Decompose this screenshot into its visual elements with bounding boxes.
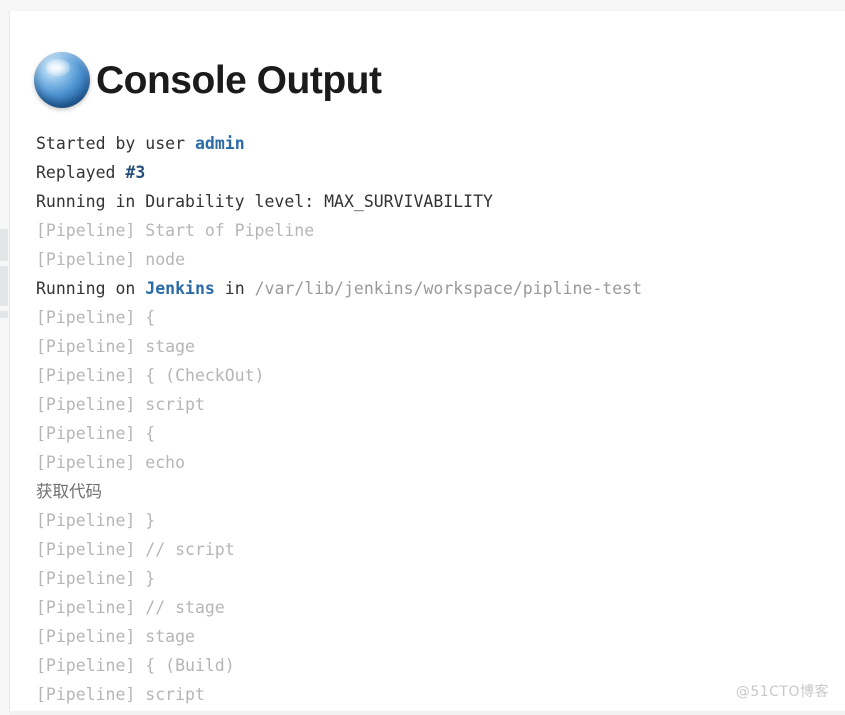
console-output-page: Console Output Started by user admin Repl… <box>0 0 845 715</box>
console-line: [Pipeline] { <box>36 419 845 448</box>
console-text-segment: [Pipeline] script <box>36 395 205 414</box>
left-scroll-gutter[interactable] <box>0 11 8 715</box>
console-text-segment: Running in Durability level: MAX_SURVIVA… <box>36 192 493 211</box>
console-line: [Pipeline] stage <box>36 622 845 651</box>
console-line: Started by user admin <box>36 129 845 158</box>
console-line: [Pipeline] { (Build) <box>36 651 845 680</box>
console-text-segment: Running on <box>36 279 146 298</box>
console-line: 获取代码 <box>36 477 845 506</box>
gutter-mark <box>0 311 8 318</box>
console-line: [Pipeline] script <box>36 390 845 419</box>
console-text-segment: #3 <box>125 163 146 182</box>
console-text-segment: Replayed <box>36 163 126 182</box>
console-text-segment: [Pipeline] stage <box>36 627 195 646</box>
console-text-segment: /var/lib/jenkins/workspace/pipline-test <box>254 279 642 298</box>
console-text-segment: [Pipeline] { (Build) <box>36 656 235 675</box>
content-panel: Console Output Started by user admin Repl… <box>9 11 845 715</box>
console-text-segment: [Pipeline] echo <box>36 453 186 472</box>
console-line: [Pipeline] } <box>36 564 845 593</box>
console-line: [Pipeline] echo <box>36 448 845 477</box>
console-text-segment: [Pipeline] } <box>36 569 156 588</box>
console-text-segment: [Pipeline] { (CheckOut) <box>36 366 265 385</box>
console-text-segment: [Pipeline] // stage <box>36 598 225 617</box>
console-line: [Pipeline] node <box>36 245 845 274</box>
console-text-segment: [Pipeline] // script <box>36 540 235 559</box>
console-line: [Pipeline] { <box>36 303 845 332</box>
console-text-segment: Started by user <box>36 134 195 153</box>
console-line: Running in Durability level: MAX_SURVIVA… <box>36 187 845 216</box>
console-text-segment: [Pipeline] node <box>36 250 186 269</box>
console-text-segment: [Pipeline] script <box>36 685 205 704</box>
console-text-segment: [Pipeline] { <box>36 308 156 327</box>
console-output-log[interactable]: Started by user admin Replayed #3 Running … <box>36 129 845 709</box>
console-line: [Pipeline] script <box>36 680 845 709</box>
console-line: [Pipeline] // stage <box>36 593 845 622</box>
console-line: [Pipeline] } <box>36 506 845 535</box>
console-line: Replayed #3 <box>36 158 845 187</box>
console-link[interactable]: admin <box>195 134 245 153</box>
gutter-mark <box>0 229 8 261</box>
watermark: @51CTO博客 <box>735 684 829 700</box>
console-text-segment: in <box>214 279 255 298</box>
console-header: Console Output <box>10 11 845 111</box>
console-line: Running on Jenkins in /var/lib/jenkins/w… <box>36 274 845 303</box>
jenkins-blue-ball-icon <box>34 52 90 108</box>
console-line: [Pipeline] Start of Pipeline <box>36 216 845 245</box>
console-text-segment: [Pipeline] stage <box>36 337 195 356</box>
console-line: [Pipeline] stage <box>36 332 845 361</box>
gutter-mark <box>0 266 8 306</box>
console-text-segment: [Pipeline] { <box>36 424 156 443</box>
console-line: [Pipeline] // script <box>36 535 845 564</box>
content-bottom-edge <box>9 711 845 715</box>
console-text-segment: 获取代码 <box>36 482 102 501</box>
console-link[interactable]: Jenkins <box>145 279 215 298</box>
console-line: [Pipeline] { (CheckOut) <box>36 361 845 390</box>
console-text-segment: [Pipeline] Start of Pipeline <box>36 221 315 240</box>
page-title: Console Output <box>96 58 382 102</box>
console-text-segment: [Pipeline] } <box>36 511 156 530</box>
